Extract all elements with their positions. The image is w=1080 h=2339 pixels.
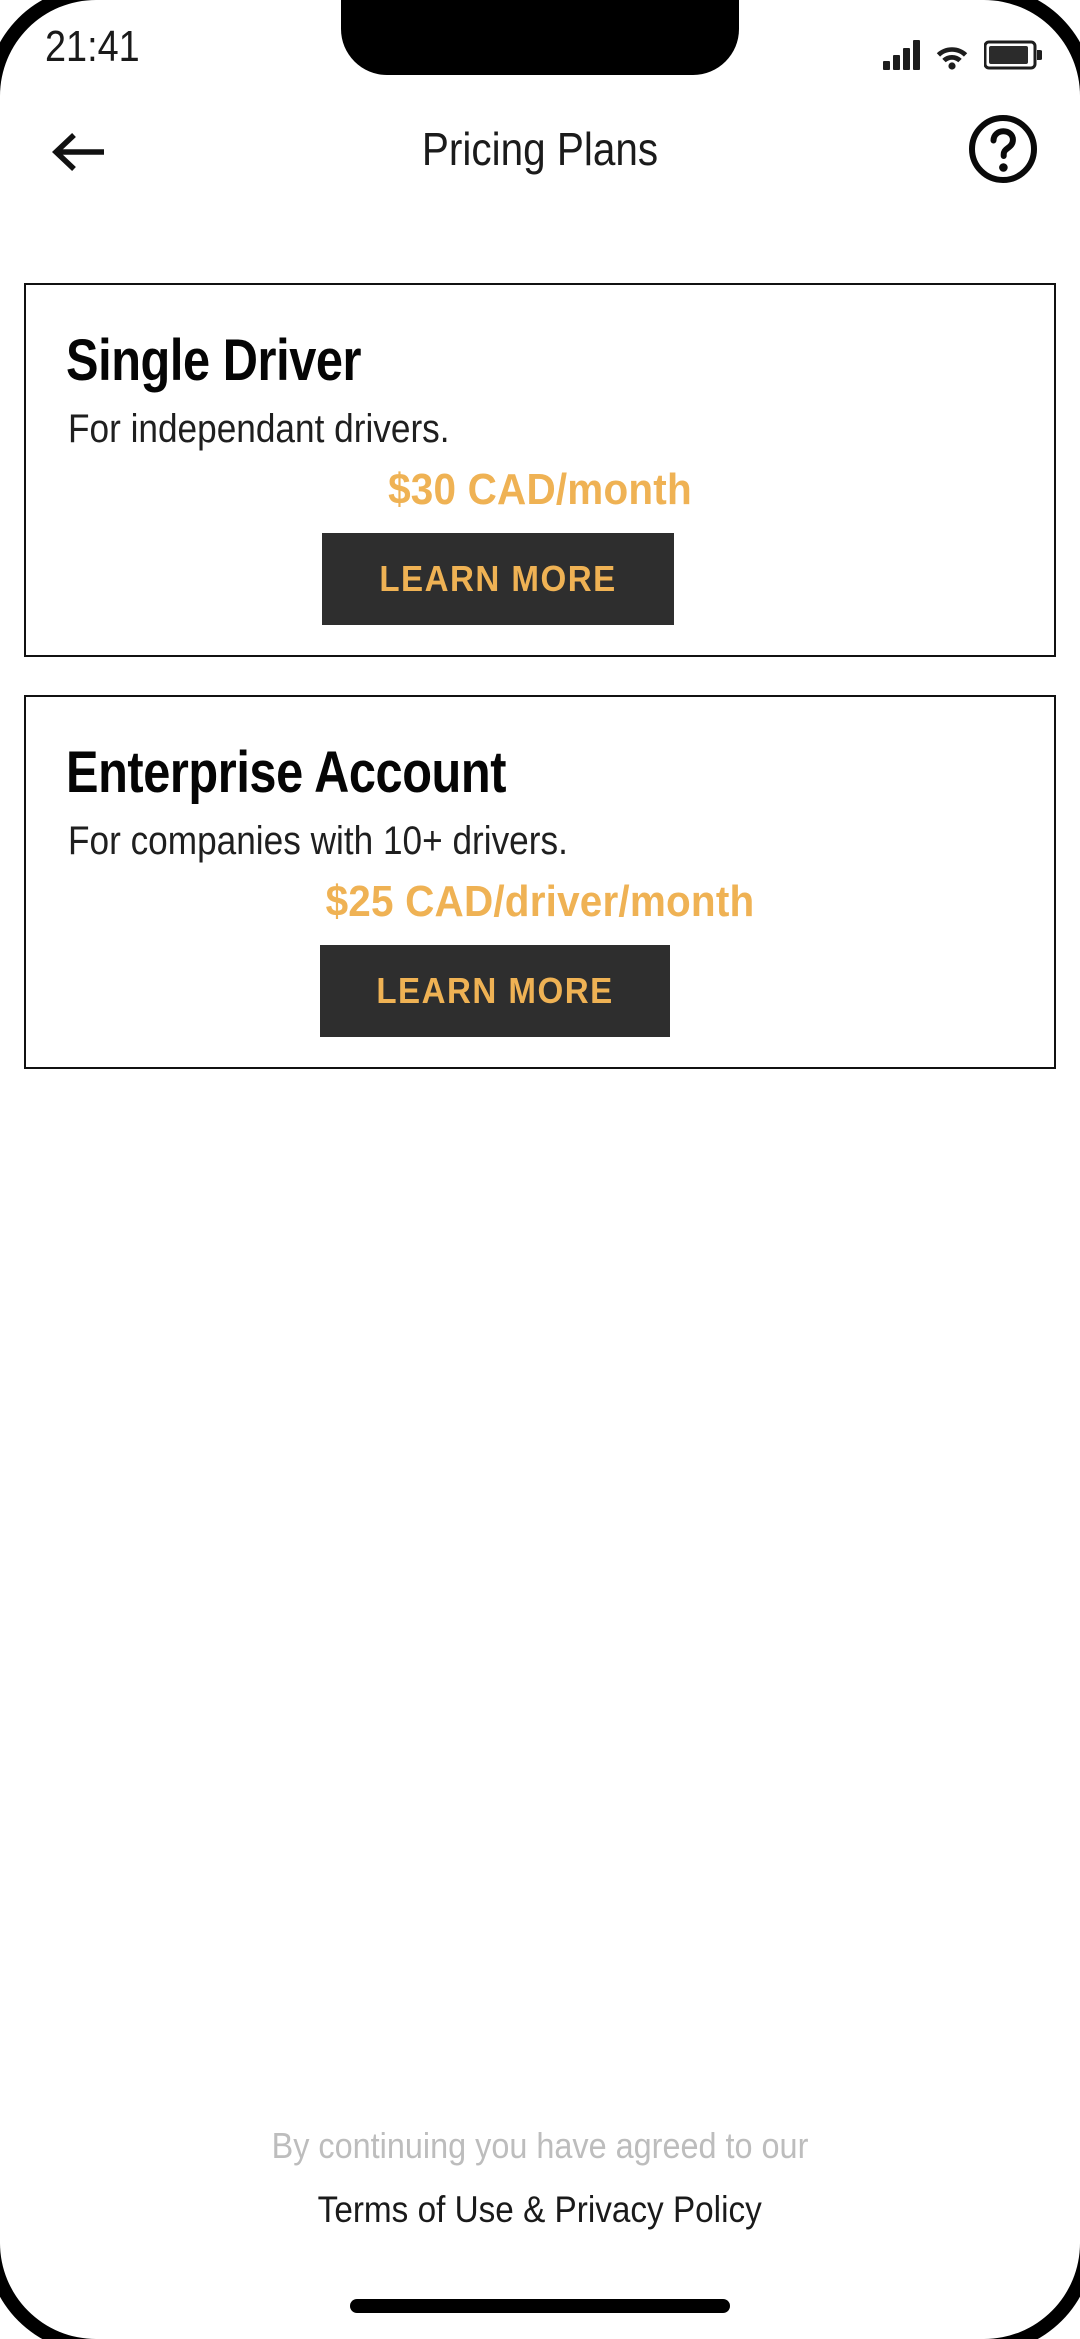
- learn-more-button[interactable]: LEARN MORE: [322, 533, 674, 625]
- learn-more-label: LEARN MORE: [376, 970, 614, 1011]
- help-circle-icon: [969, 115, 1037, 183]
- main-content: Single Driver For independant drivers. $…: [0, 208, 1080, 2339]
- status-bar-clock: 21:41: [45, 22, 140, 71]
- wifi-icon: [934, 42, 970, 70]
- phone-screen: 21:41 Pricing Plans Single Driver For in…: [0, 0, 1080, 2339]
- plan-description: For independant drivers.: [68, 407, 450, 451]
- learn-more-label: LEARN MORE: [379, 558, 617, 599]
- home-indicator[interactable]: [350, 2299, 730, 2313]
- pricing-plan-card[interactable]: Single Driver For independant drivers. $…: [24, 283, 1056, 657]
- page-title: Pricing Plans: [421, 123, 659, 175]
- plan-name: Single Driver: [66, 328, 362, 393]
- plan-price: $25 CAD/driver/month: [325, 877, 755, 926]
- plan-description: For companies with 10+ drivers.: [68, 819, 568, 863]
- cellular-signal-icon: [883, 40, 920, 70]
- plan-name: Enterprise Account: [66, 740, 507, 805]
- status-bar-icons: [883, 30, 1042, 70]
- learn-more-button[interactable]: LEARN MORE: [320, 945, 670, 1037]
- app-header: Pricing Plans: [0, 96, 1080, 208]
- pricing-plan-card[interactable]: Enterprise Account For companies with 10…: [24, 695, 1056, 1069]
- footer: By continuing you have agreed to our Ter…: [0, 2125, 1080, 2231]
- terms-privacy-link[interactable]: Terms of Use & Privacy Policy: [318, 2189, 762, 2231]
- plan-price: $30 CAD/month: [388, 465, 692, 514]
- battery-icon: [984, 40, 1042, 70]
- device-notch: [341, 0, 739, 75]
- help-button[interactable]: [962, 108, 1044, 190]
- agreement-text: By continuing you have agreed to our: [271, 2125, 809, 2166]
